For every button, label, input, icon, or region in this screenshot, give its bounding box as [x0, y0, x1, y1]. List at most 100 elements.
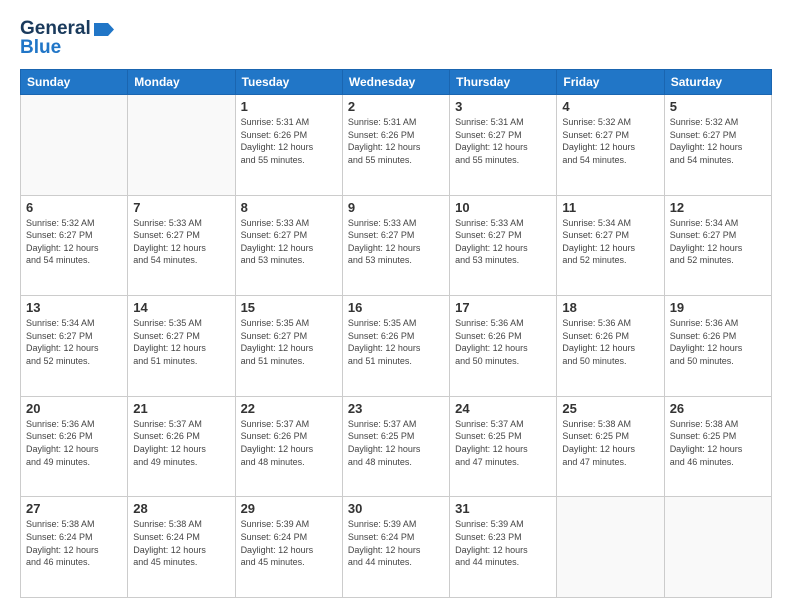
day-info: Sunrise: 5:33 AMSunset: 6:27 PMDaylight:…: [348, 218, 421, 266]
calendar-week-1: 1 Sunrise: 5:31 AMSunset: 6:26 PMDaylight…: [21, 95, 772, 196]
col-tuesday: Tuesday: [235, 70, 342, 95]
day-info: Sunrise: 5:39 AMSunset: 6:23 PMDaylight:…: [455, 519, 528, 567]
day-number: 17: [455, 300, 551, 315]
day-number: 13: [26, 300, 122, 315]
calendar-cell: 14 Sunrise: 5:35 AMSunset: 6:27 PMDayligh…: [128, 296, 235, 397]
calendar-cell: 22 Sunrise: 5:37 AMSunset: 6:26 PMDayligh…: [235, 396, 342, 497]
day-number: 2: [348, 99, 444, 114]
day-info: Sunrise: 5:39 AMSunset: 6:24 PMDaylight:…: [348, 519, 421, 567]
calendar-cell: 11 Sunrise: 5:34 AMSunset: 6:27 PMDayligh…: [557, 195, 664, 296]
day-info: Sunrise: 5:33 AMSunset: 6:27 PMDaylight:…: [241, 218, 314, 266]
calendar-cell: 3Sunrise: 5:31 AMSunset: 6:27 PMDaylight…: [450, 95, 557, 196]
page: General Blue Sunday Monday Tuesday Wedne…: [0, 0, 792, 612]
day-number: 14: [133, 300, 229, 315]
calendar-cell: 12 Sunrise: 5:34 AMSunset: 6:27 PMDayligh…: [664, 195, 771, 296]
calendar-cell: 21 Sunrise: 5:37 AMSunset: 6:26 PMDayligh…: [128, 396, 235, 497]
calendar-cell: 15 Sunrise: 5:35 AMSunset: 6:27 PMDayligh…: [235, 296, 342, 397]
day-number: 22: [241, 401, 337, 416]
calendar-cell: 8 Sunrise: 5:33 AMSunset: 6:27 PMDaylight…: [235, 195, 342, 296]
day-info: Sunrise: 5:36 AMSunset: 6:26 PMDaylight:…: [670, 318, 743, 366]
calendar-cell: 31 Sunrise: 5:39 AMSunset: 6:23 PMDayligh…: [450, 497, 557, 598]
day-number: 7: [133, 200, 229, 215]
header-row: Sunday Monday Tuesday Wednesday Thursday…: [21, 70, 772, 95]
calendar-cell: 6Sunrise: 5:32 AMSunset: 6:27 PMDaylight…: [21, 195, 128, 296]
day-info: Sunrise: 5:32 AMSunset: 6:27 PMDaylight:…: [562, 117, 635, 165]
day-info: Sunrise: 5:36 AMSunset: 6:26 PMDaylight:…: [455, 318, 528, 366]
day-info: Sunrise: 5:36 AMSunset: 6:26 PMDaylight:…: [562, 318, 635, 366]
day-number: 26: [670, 401, 766, 416]
day-info: Sunrise: 5:34 AMSunset: 6:27 PMDaylight:…: [26, 318, 99, 366]
day-number: 25: [562, 401, 658, 416]
calendar-cell: 16Sunrise: 5:35 AMSunset: 6:26 PMDayligh…: [342, 296, 449, 397]
day-number: 24: [455, 401, 551, 416]
calendar-cell: 19Sunrise: 5:36 AMSunset: 6:26 PMDayligh…: [664, 296, 771, 397]
logo-blue: Blue: [20, 37, 61, 59]
day-info: Sunrise: 5:34 AMSunset: 6:27 PMDaylight:…: [670, 218, 743, 266]
calendar-cell: 9 Sunrise: 5:33 AMSunset: 6:27 PMDaylight…: [342, 195, 449, 296]
day-number: 3: [455, 99, 551, 114]
col-monday: Monday: [128, 70, 235, 95]
day-number: 5: [670, 99, 766, 114]
calendar-cell: 24Sunrise: 5:37 AMSunset: 6:25 PMDayligh…: [450, 396, 557, 497]
day-number: 8: [241, 200, 337, 215]
day-info: Sunrise: 5:33 AMSunset: 6:27 PMDaylight:…: [133, 218, 206, 266]
calendar-cell: 18 Sunrise: 5:36 AMSunset: 6:26 PMDayligh…: [557, 296, 664, 397]
day-info: Sunrise: 5:38 AMSunset: 6:25 PMDaylight:…: [670, 419, 743, 467]
calendar-cell: 4 Sunrise: 5:32 AMSunset: 6:27 PMDaylight…: [557, 95, 664, 196]
day-number: 27: [26, 501, 122, 516]
calendar-cell: 17 Sunrise: 5:36 AMSunset: 6:26 PMDayligh…: [450, 296, 557, 397]
day-number: 18: [562, 300, 658, 315]
day-info: Sunrise: 5:35 AMSunset: 6:27 PMDaylight:…: [133, 318, 206, 366]
calendar-cell: 1 Sunrise: 5:31 AMSunset: 6:26 PMDaylight…: [235, 95, 342, 196]
day-number: 15: [241, 300, 337, 315]
day-info: Sunrise: 5:37 AMSunset: 6:26 PMDaylight:…: [241, 419, 314, 467]
day-info: Sunrise: 5:32 AMSunset: 6:27 PMDaylight:…: [670, 117, 743, 165]
calendar-cell: 27 Sunrise: 5:38 AMSunset: 6:24 PMDayligh…: [21, 497, 128, 598]
calendar-cell: 26 Sunrise: 5:38 AMSunset: 6:25 PMDayligh…: [664, 396, 771, 497]
calendar-cell: 13 Sunrise: 5:34 AMSunset: 6:27 PMDayligh…: [21, 296, 128, 397]
calendar-cell: 5 Sunrise: 5:32 AMSunset: 6:27 PMDaylight…: [664, 95, 771, 196]
day-number: 9: [348, 200, 444, 215]
day-info: Sunrise: 5:31 AMSunset: 6:26 PMDaylight:…: [241, 117, 314, 165]
day-number: 31: [455, 501, 551, 516]
day-info: Sunrise: 5:38 AMSunset: 6:25 PMDaylight:…: [562, 419, 635, 467]
day-info: Sunrise: 5:37 AMSunset: 6:25 PMDaylight:…: [348, 419, 421, 467]
day-number: 12: [670, 200, 766, 215]
calendar-cell: 28 Sunrise: 5:38 AMSunset: 6:24 PMDayligh…: [128, 497, 235, 598]
calendar-cell: [128, 95, 235, 196]
calendar-cell: 2Sunrise: 5:31 AMSunset: 6:26 PMDaylight…: [342, 95, 449, 196]
day-number: 11: [562, 200, 658, 215]
day-info: Sunrise: 5:34 AMSunset: 6:27 PMDaylight:…: [562, 218, 635, 266]
day-number: 20: [26, 401, 122, 416]
calendar-week-4: 20Sunrise: 5:36 AMSunset: 6:26 PMDayligh…: [21, 396, 772, 497]
day-number: 21: [133, 401, 229, 416]
day-number: 16: [348, 300, 444, 315]
day-info: Sunrise: 5:39 AMSunset: 6:24 PMDaylight:…: [241, 519, 314, 567]
day-info: Sunrise: 5:35 AMSunset: 6:27 PMDaylight:…: [241, 318, 314, 366]
logo-arrow: [94, 23, 114, 36]
day-number: 6: [26, 200, 122, 215]
calendar-table: Sunday Monday Tuesday Wednesday Thursday…: [20, 69, 772, 598]
day-number: 1: [241, 99, 337, 114]
day-number: 10: [455, 200, 551, 215]
day-number: 23: [348, 401, 444, 416]
calendar-cell: [664, 497, 771, 598]
day-number: 29: [241, 501, 337, 516]
day-number: 4: [562, 99, 658, 114]
day-info: Sunrise: 5:38 AMSunset: 6:24 PMDaylight:…: [26, 519, 99, 567]
calendar-cell: 29 Sunrise: 5:39 AMSunset: 6:24 PMDayligh…: [235, 497, 342, 598]
calendar-cell: [21, 95, 128, 196]
calendar-cell: 30Sunrise: 5:39 AMSunset: 6:24 PMDayligh…: [342, 497, 449, 598]
day-number: 28: [133, 501, 229, 516]
calendar-cell: 25 Sunrise: 5:38 AMSunset: 6:25 PMDayligh…: [557, 396, 664, 497]
calendar-cell: 23 Sunrise: 5:37 AMSunset: 6:25 PMDayligh…: [342, 396, 449, 497]
calendar-cell: 20Sunrise: 5:36 AMSunset: 6:26 PMDayligh…: [21, 396, 128, 497]
day-info: Sunrise: 5:37 AMSunset: 6:26 PMDaylight:…: [133, 419, 206, 467]
calendar-week-2: 6Sunrise: 5:32 AMSunset: 6:27 PMDaylight…: [21, 195, 772, 296]
col-sunday: Sunday: [21, 70, 128, 95]
col-friday: Friday: [557, 70, 664, 95]
day-info: Sunrise: 5:38 AMSunset: 6:24 PMDaylight:…: [133, 519, 206, 567]
calendar-week-5: 27 Sunrise: 5:38 AMSunset: 6:24 PMDayligh…: [21, 497, 772, 598]
col-thursday: Thursday: [450, 70, 557, 95]
col-saturday: Saturday: [664, 70, 771, 95]
